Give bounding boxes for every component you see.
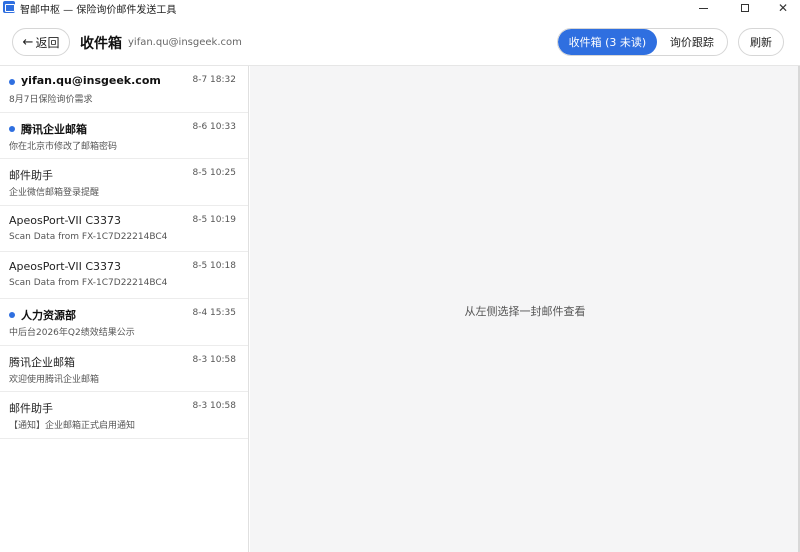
maximize-button[interactable] bbox=[728, 0, 762, 16]
mail-subject: 8月7日保险询价需求 bbox=[9, 95, 93, 105]
mail-subject: 欢迎使用腾讯企业邮箱 bbox=[9, 374, 100, 385]
mail-list-item[interactable]: ApeosPort-VII C3373 8-5 10:19 Scan Data fr… bbox=[0, 206, 248, 253]
mail-sender: 腾讯企业邮箱 bbox=[21, 122, 87, 136]
mail-time: 8-3 10:58 bbox=[192, 354, 237, 365]
mail-list-item[interactable]: 人力资源部 8-4 15:35 中后台2026年Q2绩效结果公示 bbox=[0, 299, 248, 346]
window-title: 智邮中枢 — 保险询价邮件发送工具 bbox=[20, 5, 177, 16]
tab-quote-tracking[interactable]: 询价跟踪 bbox=[657, 29, 727, 55]
view-tabs: 收件箱 (3 未读) 询价跟踪 bbox=[557, 28, 728, 56]
mail-subject: 企业微信邮箱登录提醒 bbox=[9, 188, 100, 199]
mail-time: 8-4 15:35 bbox=[192, 307, 237, 318]
mail-list: yifan.qu@insgeek.com 8-7 18:32 8月7日保险询价需求腾… bbox=[0, 66, 249, 552]
minimize-button[interactable] bbox=[686, 0, 720, 16]
mail-sender: 腾讯企业邮箱 bbox=[9, 355, 75, 369]
mail-sender: ApeosPort-VII C3373 bbox=[9, 260, 122, 274]
tab-inbox[interactable]: 收件箱 (3 未读) bbox=[558, 29, 657, 55]
mail-time: 8-3 10:58 bbox=[192, 401, 237, 412]
minimize-icon bbox=[698, 7, 708, 9]
mail-time: 8-6 10:33 bbox=[192, 121, 237, 132]
mail-subject: 你在北京市修改了邮箱密码 bbox=[9, 141, 118, 152]
mail-sender: 邮件助手 bbox=[9, 402, 53, 416]
maximize-icon bbox=[741, 4, 749, 12]
refresh-button[interactable]: 刷新 bbox=[738, 28, 784, 56]
page-title: 收件箱 bbox=[80, 36, 122, 52]
mail-list-item[interactable]: 邮件助手 8-3 10:58 【通知】企业邮箱正式启用通知 bbox=[0, 392, 248, 439]
close-button[interactable]: ✕ bbox=[766, 0, 800, 16]
mail-sender: ApeosPort-VII C3373 bbox=[9, 213, 122, 227]
mail-time: 8-5 10:19 bbox=[192, 214, 237, 225]
mail-subject: 中后台2026年Q2绩效结果公示 bbox=[9, 327, 135, 338]
unread-dot-icon bbox=[9, 125, 15, 132]
header-toolbar: ← 返回 收件箱 yifan.qu@insgeek.com 收件箱 (3 未读)… bbox=[0, 16, 800, 66]
mail-sender: yifan.qu@insgeek.com bbox=[21, 74, 161, 87]
mail-time: 8-5 10:25 bbox=[192, 168, 237, 179]
app-mail-icon bbox=[3, 1, 15, 13]
mail-list-item[interactable]: 腾讯企业邮箱 8-6 10:33 你在北京市修改了邮箱密码 bbox=[0, 113, 248, 160]
mail-list-item[interactable]: yifan.qu@insgeek.com 8-7 18:32 8月7日保险询价需求 bbox=[0, 66, 248, 113]
mail-list-item[interactable]: 腾讯企业邮箱 8-3 10:58 欢迎使用腾讯企业邮箱 bbox=[0, 346, 248, 393]
mail-subject: 【通知】企业邮箱正式启用通知 bbox=[9, 421, 136, 432]
title-bar: 智邮中枢 — 保险询价邮件发送工具 ✕ bbox=[0, 0, 800, 16]
unread-dot-icon bbox=[9, 79, 15, 85]
mail-list-item[interactable]: 邮件助手 8-5 10:25 企业微信邮箱登录提醒 bbox=[0, 159, 248, 206]
unread-dot-icon bbox=[9, 311, 15, 318]
mail-time: 8-7 18:32 bbox=[192, 75, 237, 85]
reading-pane: 从左侧选择一封邮件查看 bbox=[250, 66, 800, 552]
mail-time: 8-5 10:18 bbox=[192, 261, 237, 272]
mail-sender: 人力资源部 bbox=[21, 308, 76, 322]
arrow-left-icon: ← bbox=[22, 34, 34, 50]
close-icon: ✕ bbox=[777, 1, 789, 15]
back-button-label: 返回 bbox=[35, 35, 60, 50]
account-email: yifan.qu@insgeek.com bbox=[128, 37, 242, 48]
mail-sender: 邮件助手 bbox=[9, 169, 53, 183]
back-button[interactable]: ← 返回 bbox=[12, 28, 70, 56]
empty-state-hint: 从左侧选择一封邮件查看 bbox=[464, 305, 586, 318]
mail-list-item[interactable]: ApeosPort-VII C3373 8-5 10:18 Scan Data fr… bbox=[0, 252, 248, 299]
mail-subject: Scan Data from FX-1C7D22214BC4 bbox=[9, 231, 168, 242]
mail-subject: Scan Data from FX-1C7D22214BC4 bbox=[9, 278, 168, 289]
